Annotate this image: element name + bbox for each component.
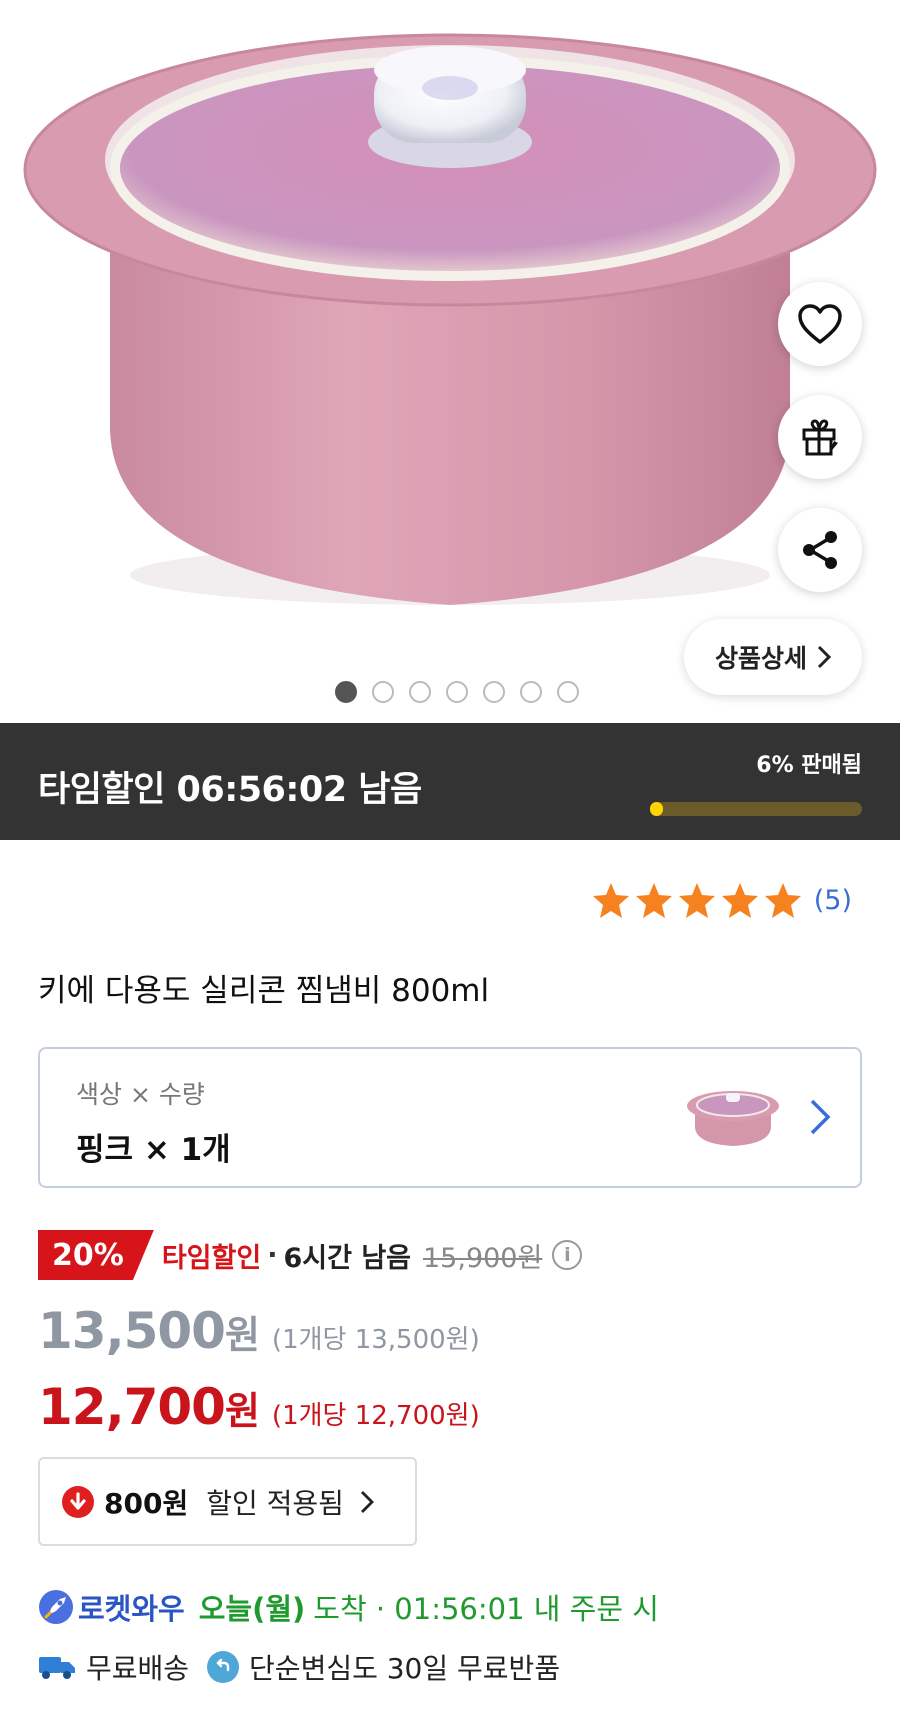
carousel-dot[interactable]	[409, 681, 431, 703]
heart-icon	[798, 304, 842, 344]
star-icon	[678, 883, 715, 918]
carousel-dot[interactable]	[520, 681, 542, 703]
carousel-dot[interactable]	[335, 681, 357, 703]
sold-progress-fill	[650, 802, 663, 816]
option-value: 핑크 × 1개	[76, 1132, 231, 1168]
product-image-carousel[interactable]: 상품상세	[0, 0, 900, 723]
share-icon	[803, 531, 837, 569]
chevron-right-icon	[817, 645, 831, 669]
arrival-detail: 도착 · 01:56:01 내 주문 시	[313, 1592, 659, 1626]
sale-price: 12,700 원 (1개당 12,700원)	[38, 1378, 480, 1436]
coupon-amount: 800원	[104, 1486, 189, 1520]
carousel-dot[interactable]	[446, 681, 468, 703]
star-icon	[592, 883, 629, 918]
sold-percentage: 6% 판매됨	[756, 753, 862, 778]
carousel-dot[interactable]	[483, 681, 505, 703]
wishlist-button[interactable]	[778, 282, 862, 366]
free-shipping-label: 무료배송	[86, 1652, 190, 1685]
coupon-discount-button[interactable]: 800원 할인 적용됨	[38, 1457, 417, 1546]
coupon-text: 할인 적용됨	[206, 1486, 344, 1520]
sale-unit-price: (1개당 12,700원)	[271, 1401, 480, 1431]
option-label: 색상 × 수량	[76, 1080, 205, 1109]
regular-price-amount: 13,500	[38, 1302, 226, 1360]
star-icon	[721, 883, 758, 918]
star-rating	[591, 880, 803, 920]
discount-badge: 20%	[38, 1230, 154, 1280]
gift-button[interactable]	[778, 395, 862, 479]
shipping-info: 무료배송 단순변심도 30일 무료반품	[38, 1647, 560, 1687]
separator: ·	[267, 1239, 278, 1271]
carousel-dot[interactable]	[557, 681, 579, 703]
time-remaining: 6시간 남음	[283, 1242, 411, 1274]
regular-unit-price: (1개당 13,500원)	[271, 1325, 480, 1355]
sale-price-unit: 원	[224, 1389, 260, 1433]
star-icon	[635, 883, 672, 918]
sale-price-amount: 12,700	[38, 1378, 226, 1436]
chevron-right-icon	[810, 1099, 831, 1135]
info-icon[interactable]: i	[552, 1240, 583, 1270]
sold-progress-bar	[650, 802, 862, 816]
regular-price: 13,500 원 (1개당 13,500원)	[38, 1302, 480, 1360]
review-count[interactable]: (5)	[814, 885, 852, 916]
regular-price-unit: 원	[224, 1313, 260, 1357]
truck-icon	[39, 1657, 75, 1679]
product-image	[23, 33, 877, 605]
star-icon	[764, 883, 801, 918]
gift-icon	[802, 419, 838, 456]
option-thumbnail	[687, 1091, 779, 1146]
discount-info: 20% 타임할인 · 6시간 남음 15,900원 i	[38, 1230, 583, 1280]
time-sale-label: 타임할인	[161, 1242, 262, 1274]
time-sale-banner: 타임할인 06:56:02 남음 6% 판매됨	[0, 723, 900, 840]
chevron-right-icon	[360, 1490, 374, 1513]
original-price: 15,900원	[423, 1242, 543, 1274]
product-title: 키에 다용도 실리콘 찜냄비 800ml	[38, 973, 490, 1009]
share-button[interactable]	[778, 508, 862, 592]
delivery-info: 로켓와우 오늘(월) 도착 · 01:56:01 내 주문 시	[38, 1586, 659, 1628]
down-arrow-icon	[62, 1485, 94, 1518]
time-sale-countdown: 타임할인 06:56:02 남음	[38, 770, 422, 810]
rocket-icon	[39, 1590, 73, 1624]
product-detail-label: 상품상세	[714, 644, 807, 673]
carousel-dot[interactable]	[372, 681, 394, 703]
option-selector[interactable]: 색상 × 수량 핑크 × 1개	[38, 1047, 862, 1188]
arrival-day: 오늘(월)	[198, 1592, 306, 1626]
free-returns-label: 단순변심도 30일 무료반품	[249, 1652, 561, 1685]
rocket-wow-label: 로켓와우	[78, 1592, 185, 1626]
carousel-pagination	[0, 681, 900, 703]
return-icon	[207, 1651, 240, 1683]
rating[interactable]: (5)	[591, 880, 852, 920]
